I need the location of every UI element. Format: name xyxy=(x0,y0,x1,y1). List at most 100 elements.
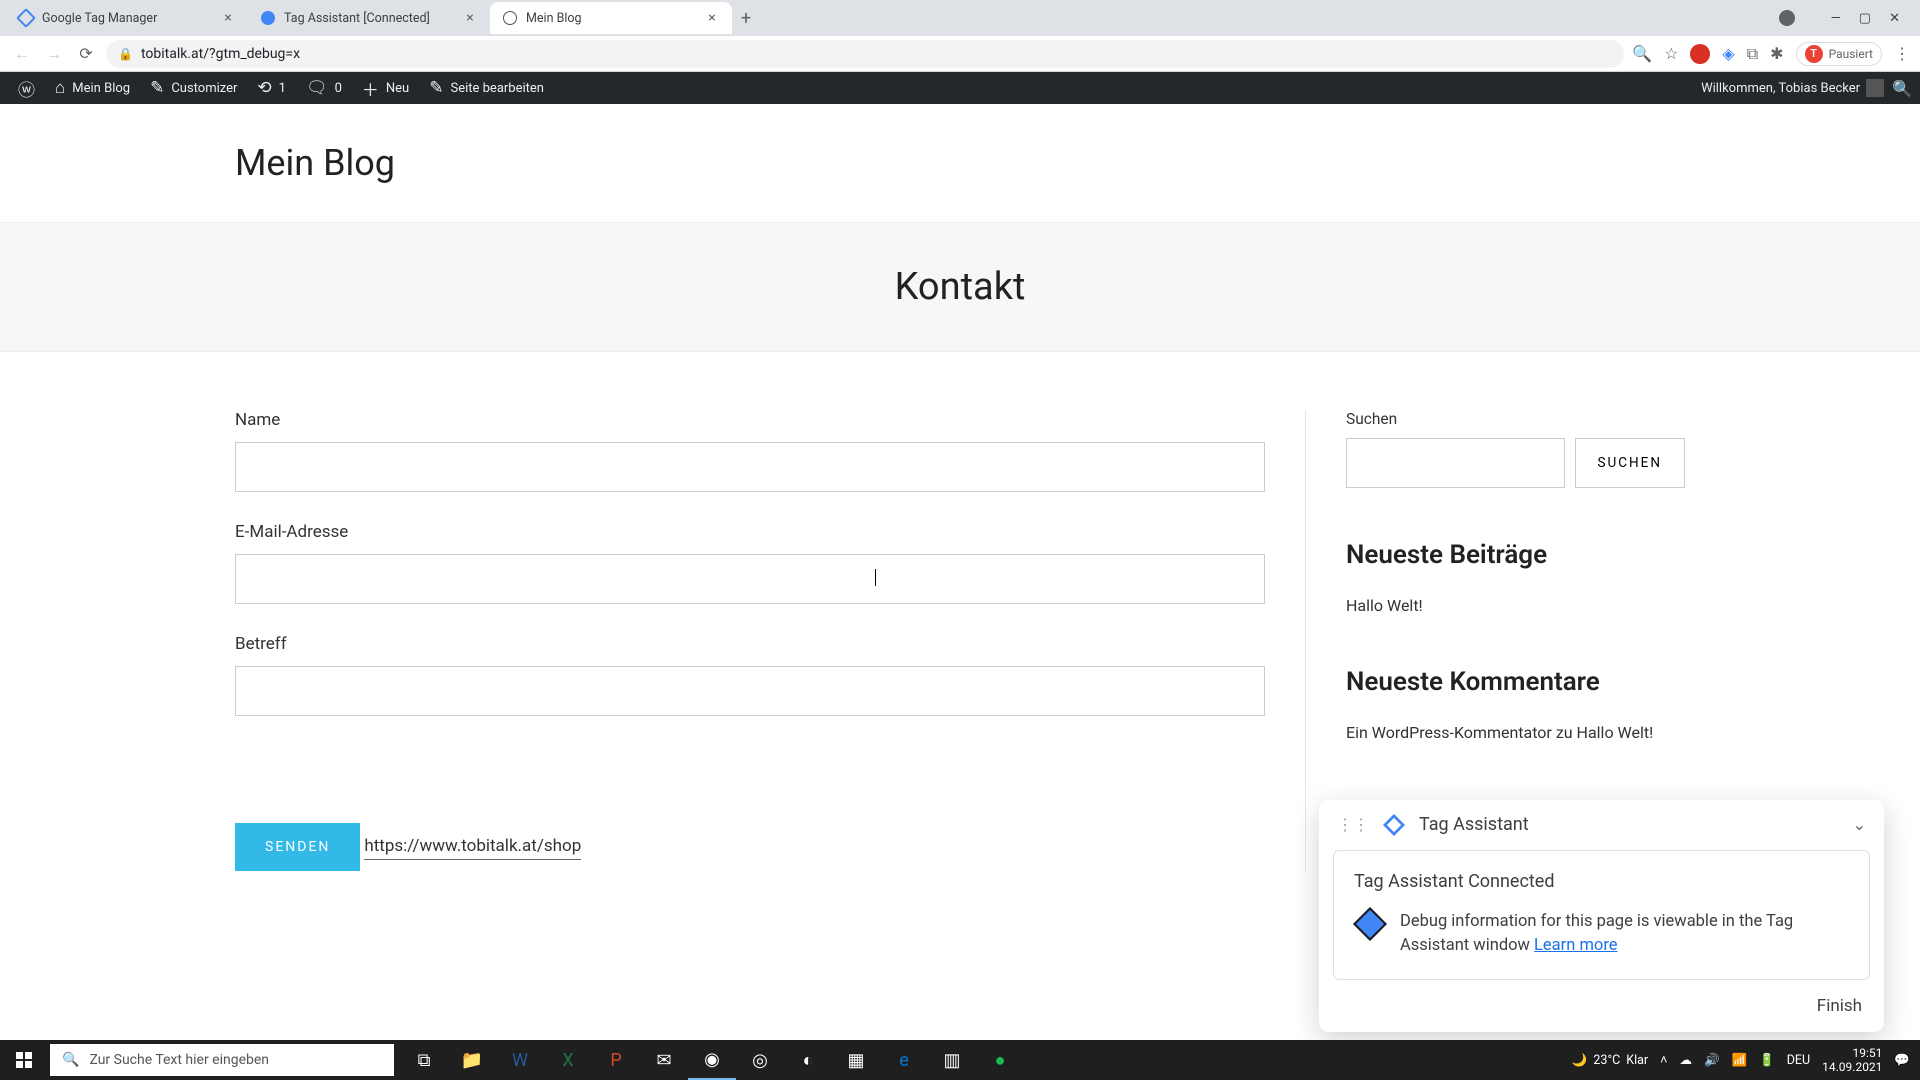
tag-assistant-panel: ⋮⋮ Tag Assistant ⌄ Tag Assistant Connect… xyxy=(1319,800,1884,1033)
tab-mein-blog[interactable]: Mein Blog × xyxy=(490,2,732,34)
language-indicator[interactable]: DEU xyxy=(1787,1053,1810,1068)
window-controls: — ▢ ✕ xyxy=(1779,10,1914,26)
url-text: tobitalk.at/?gtm_debug=x xyxy=(141,46,300,62)
wp-updates[interactable]: ⟲1 xyxy=(247,72,296,104)
taskbar: 🔍 Zur Suche Text hier eingeben ⧉ 📁 W X P… xyxy=(0,1040,1920,1080)
form-field-name: Name xyxy=(235,410,1265,492)
minimize-icon[interactable]: — xyxy=(1831,11,1841,26)
recent-post-link[interactable]: Hallo Welt! xyxy=(1346,596,1423,615)
excel-icon[interactable]: X xyxy=(544,1040,592,1080)
search-input[interactable] xyxy=(1346,438,1565,488)
task-view-icon[interactable]: ⧉ xyxy=(400,1040,448,1080)
volume-icon[interactable]: 🔊 xyxy=(1704,1053,1720,1068)
obs-icon[interactable]: ◎ xyxy=(736,1040,784,1080)
wp-account[interactable]: Willkommen, Tobias Becker 🔍 xyxy=(1701,79,1912,98)
reload-button[interactable]: ⟳ xyxy=(74,42,98,66)
ta-body: Tag Assistant Connected Debug informatio… xyxy=(1333,850,1870,981)
wp-comments[interactable]: 🗨0 xyxy=(296,72,352,104)
wp-new[interactable]: ＋Neu xyxy=(352,72,419,104)
search-icon[interactable]: 🔍 xyxy=(1892,79,1912,98)
edge-icon[interactable]: e xyxy=(880,1040,928,1080)
search-widget: Suchen SUCHEN xyxy=(1346,410,1685,488)
tab-gtm[interactable]: Google Tag Manager × xyxy=(6,2,248,34)
chevron-up-icon[interactable]: ˄ xyxy=(1660,1053,1667,1068)
wp-customizer[interactable]: ✎Customizer xyxy=(140,72,247,104)
subject-input[interactable] xyxy=(235,666,1265,716)
mail-icon[interactable]: ✉ xyxy=(640,1040,688,1080)
battery-icon[interactable]: 🔋 xyxy=(1759,1053,1775,1068)
tab-title: Google Tag Manager xyxy=(42,11,212,26)
identity-icon[interactable] xyxy=(1779,10,1795,26)
notifications-icon[interactable]: 💬 xyxy=(1894,1053,1910,1068)
file-explorer-icon[interactable]: 📁 xyxy=(448,1040,496,1080)
recent-comments-title: Neueste Kommentare xyxy=(1346,667,1685,697)
collapse-icon[interactable]: ⌄ xyxy=(1853,815,1866,834)
drag-handle-icon[interactable]: ⋮⋮ xyxy=(1337,815,1369,834)
wp-comments-count: 0 xyxy=(335,81,342,96)
bookmark-icon[interactable]: ☆ xyxy=(1664,44,1678,63)
site-title[interactable]: Mein Blog xyxy=(235,142,1685,184)
close-icon[interactable]: × xyxy=(220,10,236,26)
wp-edit-page[interactable]: ✎Seite bearbeiten xyxy=(419,72,554,104)
close-icon[interactable]: × xyxy=(462,10,478,26)
maximize-icon[interactable]: ▢ xyxy=(1859,11,1871,26)
spotify-icon[interactable]: ● xyxy=(976,1040,1024,1080)
wifi-icon[interactable]: 📶 xyxy=(1732,1053,1748,1068)
home-icon: ⌂ xyxy=(55,78,65,98)
back-button[interactable]: ← xyxy=(10,42,34,66)
date-text: 14.09.2021 xyxy=(1822,1060,1882,1074)
close-icon[interactable]: ✕ xyxy=(1889,11,1900,26)
wp-admin-bar: ⓦ ⌂Mein Blog ✎Customizer ⟲1 🗨0 ＋Neu ✎Sei… xyxy=(0,72,1920,104)
adblock-icon[interactable] xyxy=(1690,44,1710,64)
onedrive-icon[interactable]: ☁ xyxy=(1679,1052,1692,1068)
wp-site-link[interactable]: ⌂Mein Blog xyxy=(45,72,140,104)
search-button[interactable]: SUCHEN xyxy=(1575,438,1686,488)
clock[interactable]: 19:51 14.09.2021 xyxy=(1822,1046,1882,1075)
address-bar[interactable]: 🔒 tobitalk.at/?gtm_debug=x xyxy=(106,40,1624,68)
search-icon: 🔍 xyxy=(62,1052,79,1068)
menu-icon[interactable]: ⋮ xyxy=(1894,44,1910,63)
ta-connected-title: Tag Assistant Connected xyxy=(1354,871,1849,892)
name-label: Name xyxy=(235,410,1265,430)
learn-more-link[interactable]: Learn more xyxy=(1534,936,1617,955)
recent-comment-item[interactable]: Ein WordPress-Kommentator zu Hallo Welt! xyxy=(1346,723,1685,742)
comment-icon: 🗨 xyxy=(306,78,328,98)
email-input[interactable] xyxy=(235,554,1265,604)
page-title: Kontakt xyxy=(0,265,1920,309)
tab-tag-assistant[interactable]: Tag Assistant [Connected] × xyxy=(248,2,490,34)
ta-message: Debug information for this page is viewa… xyxy=(1400,910,1849,960)
app-icon[interactable]: ▥ xyxy=(928,1040,976,1080)
extensions-icon[interactable]: ✱ xyxy=(1770,44,1783,63)
weather-temp: 23°C xyxy=(1593,1053,1620,1068)
gtm-icon xyxy=(18,10,34,26)
profile-badge[interactable]: T Pausiert xyxy=(1796,42,1882,66)
shop-link[interactable]: https://www.tobitalk.at/shop xyxy=(364,836,581,860)
powerpoint-icon[interactable]: P xyxy=(592,1040,640,1080)
email-label: E-Mail-Adresse xyxy=(235,522,1265,542)
chrome-icon[interactable]: ◉ xyxy=(688,1040,736,1080)
weather-widget[interactable]: 🌙 23°C Klar xyxy=(1572,1053,1648,1068)
diamond-icon xyxy=(1353,907,1387,941)
zoom-icon[interactable]: 🔍 xyxy=(1632,44,1652,63)
wp-logo[interactable]: ⓦ xyxy=(8,72,45,104)
ta-header[interactable]: ⋮⋮ Tag Assistant ⌄ xyxy=(1319,800,1884,850)
taskbar-search[interactable]: 🔍 Zur Suche Text hier eingeben xyxy=(50,1044,394,1076)
brush-icon: ✎ xyxy=(150,78,164,98)
main-column: Name E-Mail-Adresse Betreff SENDEN https… xyxy=(235,410,1265,871)
name-input[interactable] xyxy=(235,442,1265,492)
close-icon[interactable]: × xyxy=(704,10,720,26)
tab-title: Tag Assistant [Connected] xyxy=(284,11,454,26)
profile-state: Pausiert xyxy=(1829,47,1873,61)
pinned-apps: ⧉ 📁 W X P ✉ ◉ ◎ ◐ ▦ e ▥ ● xyxy=(400,1040,1024,1080)
app-icon[interactable]: ◐ xyxy=(784,1040,832,1080)
weather-desc: Klar xyxy=(1626,1053,1648,1068)
tag-manager-ext-icon[interactable]: ◈ xyxy=(1722,44,1734,63)
new-tab-button[interactable]: + xyxy=(732,4,760,32)
reading-list-icon[interactable]: ⧉ xyxy=(1747,44,1758,64)
submit-button[interactable]: SENDEN xyxy=(235,823,360,871)
start-button[interactable] xyxy=(0,1040,48,1080)
forward-button[interactable]: → xyxy=(42,42,66,66)
finish-button[interactable]: Finish xyxy=(1817,996,1862,1016)
app-icon[interactable]: ▦ xyxy=(832,1040,880,1080)
word-icon[interactable]: W xyxy=(496,1040,544,1080)
